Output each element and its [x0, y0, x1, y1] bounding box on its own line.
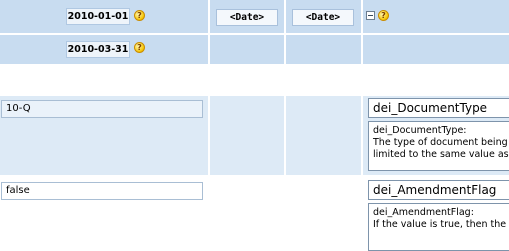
- period-end-date[interactable]: 2010-03-31: [66, 41, 130, 58]
- help-question-icon[interactable]: ?: [134, 10, 145, 21]
- help-question-icon[interactable]: ?: [378, 10, 389, 21]
- documentation-title: dei_DocumentType:: [373, 125, 467, 136]
- period-start-date[interactable]: 2010-01-01: [66, 8, 130, 25]
- documentation-line: The type of document being: [373, 137, 508, 148]
- concept-documentation: dei_DocumentType: The type of document b…: [368, 121, 509, 171]
- concept-name-field[interactable]: dei_DocumentType: [368, 98, 509, 118]
- concept-name-field[interactable]: dei_AmendmentFlag: [368, 180, 509, 200]
- documentation-line: If the value is true, then the d: [373, 219, 509, 230]
- header-divider: [208, 0, 210, 64]
- column-divider: [284, 96, 286, 175]
- help-question-icon[interactable]: ?: [134, 42, 145, 53]
- column-divider: [361, 96, 363, 175]
- collapse-minus-icon[interactable]: [366, 11, 375, 20]
- column-divider: [208, 96, 210, 175]
- header-divider: [361, 0, 363, 64]
- header-divider: [0, 33, 509, 35]
- concept-documentation: dei_AmendmentFlag: If the value is true,…: [368, 203, 509, 251]
- concept-value-field[interactable]: false: [1, 182, 203, 200]
- date-placeholder-button[interactable]: <Date>: [292, 9, 354, 26]
- date-placeholder-button[interactable]: <Date>: [216, 9, 278, 26]
- concept-value-field[interactable]: 10-Q: [1, 100, 203, 118]
- documentation-title: dei_AmendmentFlag:: [373, 207, 474, 218]
- documentation-line: limited to the same value as t: [373, 149, 509, 160]
- header-divider: [284, 0, 286, 64]
